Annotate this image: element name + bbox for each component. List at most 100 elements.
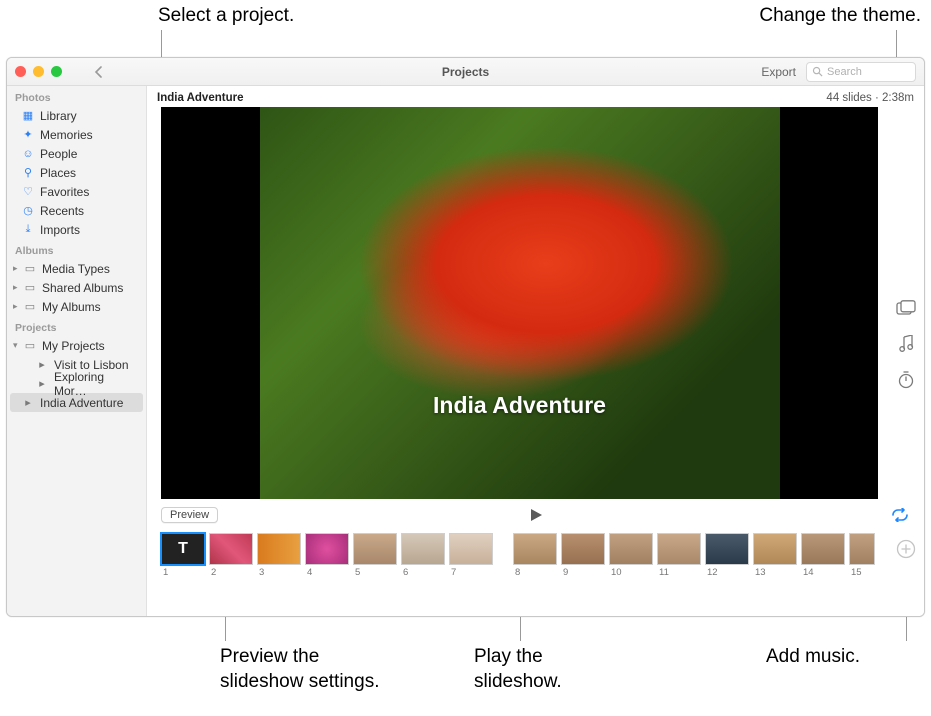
sidebar-item-people[interactable]: ☺People [7, 144, 146, 163]
search-placeholder: Search [827, 66, 862, 78]
thumbnail[interactable]: 9 [561, 533, 605, 578]
music-icon [898, 335, 914, 353]
thumbnail[interactable]: T 1 [161, 533, 205, 578]
thumbnail-number: 13 [753, 567, 766, 578]
search-icon [812, 66, 823, 77]
sidebar-item-exploring-morocco[interactable]: ▸Exploring Mor… [7, 374, 146, 393]
duration-button[interactable] [895, 369, 917, 391]
thumbnail-number: 6 [401, 567, 408, 578]
folder-icon: ▭ [23, 339, 37, 352]
thumbnail-number: 3 [257, 567, 264, 578]
titlebar: Projects Export Search [7, 58, 924, 86]
slideshow-icon: ▸ [35, 377, 49, 390]
sidebar-item-library[interactable]: ▦ Library [7, 106, 146, 125]
add-photos-button[interactable] [888, 527, 924, 559]
sidebar-item-label: Media Types [42, 262, 110, 276]
sidebar-item-my-albums[interactable]: ▸▭My Albums [7, 297, 146, 316]
sidebar-item-label: Memories [40, 128, 93, 142]
thumbnail-number: 10 [609, 567, 622, 578]
folder-icon: ▭ [23, 281, 37, 294]
memories-icon: ✦ [21, 128, 35, 141]
thumbnail-number: 12 [705, 567, 718, 578]
chevron-left-icon [94, 66, 104, 78]
plus-circle-icon [896, 539, 916, 559]
callout-add-music: Add music. [766, 645, 860, 670]
app-window: Projects Export Search Photos ▦ Library ✦… [6, 57, 925, 617]
folder-icon: ▭ [23, 300, 37, 313]
music-button[interactable] [895, 333, 917, 355]
thumbnail-number: 15 [849, 567, 862, 578]
recents-icon: ◷ [21, 204, 35, 217]
sidebar-section-albums: Albums [7, 239, 146, 259]
zoom-window-button[interactable] [51, 66, 62, 77]
theme-icon [896, 300, 916, 316]
thumbnail[interactable]: 5 [353, 533, 397, 578]
stage-image [260, 107, 780, 499]
imports-icon: ⤓ [21, 223, 35, 236]
loop-button[interactable] [890, 508, 910, 522]
thumbnail[interactable]: 13 [753, 533, 797, 578]
project-stats: 44 slides · 2:38m [826, 92, 914, 104]
sidebar-item-label: Library [40, 109, 77, 123]
thumbnail[interactable]: 7 [449, 533, 493, 578]
timer-icon [897, 371, 915, 389]
places-icon: ⚲ [21, 166, 35, 179]
thumbnail[interactable]: 15 [849, 533, 875, 578]
folder-icon: ▭ [23, 262, 37, 275]
sidebar-item-recents[interactable]: ◷ Recents [7, 201, 146, 220]
loop-icon [890, 508, 910, 522]
sidebar-item-label: Shared Albums [42, 281, 123, 295]
theme-button[interactable] [895, 297, 917, 319]
thumbnail-number: 5 [353, 567, 360, 578]
sidebar-item-label: Recents [40, 204, 84, 218]
sidebar-section-projects: Projects [7, 316, 146, 336]
title-slide-icon: T [161, 533, 205, 565]
play-button[interactable] [528, 507, 544, 523]
search-input[interactable]: Search [806, 62, 916, 82]
sidebar-item-label: Imports [40, 223, 80, 237]
disclosure-open-icon: ▾ [13, 340, 21, 351]
sidebar-item-memories[interactable]: ✦ Memories [7, 125, 146, 144]
minimize-window-button[interactable] [33, 66, 44, 77]
sidebar-item-favorites[interactable]: ♡Favorites [7, 182, 146, 201]
export-button[interactable]: Export [761, 65, 796, 79]
titlebar-title: Projects [442, 65, 489, 79]
thumbnail-strip: T 1 2 3 4 5 6 7 8 9 10 11 12 13 14 15 [147, 527, 888, 580]
thumbnail[interactable]: 14 [801, 533, 845, 578]
callout-select-project: Select a project. [158, 4, 294, 29]
preview-button[interactable]: Preview [161, 507, 218, 523]
thumbnail-number: 9 [561, 567, 568, 578]
thumbnail[interactable]: 10 [609, 533, 653, 578]
sidebar: Photos ▦ Library ✦ Memories ☺People ⚲Place… [7, 86, 147, 616]
thumbnail[interactable]: 2 [209, 533, 253, 578]
thumbnail-number: 7 [449, 567, 456, 578]
thumbnail[interactable]: 11 [657, 533, 701, 578]
callout-preview: Preview the slideshow settings. [220, 645, 379, 694]
thumbnail-number: 14 [801, 567, 814, 578]
thumbnail[interactable]: 3 [257, 533, 301, 578]
thumbnail[interactable]: 4 [305, 533, 349, 578]
disclosure-icon: ▸ [13, 301, 21, 312]
thumbnail[interactable]: 8 [513, 533, 557, 578]
thumbnail[interactable]: 12 [705, 533, 749, 578]
window-controls [15, 66, 62, 77]
disclosure-icon: ▸ [13, 263, 21, 274]
thumbnail-number: 2 [209, 567, 216, 578]
project-title: India Adventure [157, 92, 243, 104]
sidebar-item-shared-albums[interactable]: ▸▭Shared Albums [7, 278, 146, 297]
sidebar-item-places[interactable]: ⚲Places [7, 163, 146, 182]
library-icon: ▦ [21, 109, 35, 122]
close-window-button[interactable] [15, 66, 26, 77]
sidebar-item-media-types[interactable]: ▸▭ Media Types [7, 259, 146, 278]
thumbnail-number: 8 [513, 567, 520, 578]
thumbnail[interactable]: 6 [401, 533, 445, 578]
sidebar-item-india-adventure[interactable]: ▸India Adventure [10, 393, 143, 412]
slideshow-icon: ▸ [35, 358, 49, 371]
sidebar-section-photos: Photos [7, 86, 146, 106]
back-button[interactable] [92, 65, 106, 79]
sidebar-item-label: India Adventure [40, 396, 123, 410]
sidebar-item-my-projects[interactable]: ▾▭ My Projects [7, 336, 146, 355]
thumbnail-number: 1 [161, 567, 168, 578]
sidebar-item-imports[interactable]: ⤓ Imports [7, 220, 146, 239]
sidebar-item-label: My Projects [42, 339, 105, 353]
